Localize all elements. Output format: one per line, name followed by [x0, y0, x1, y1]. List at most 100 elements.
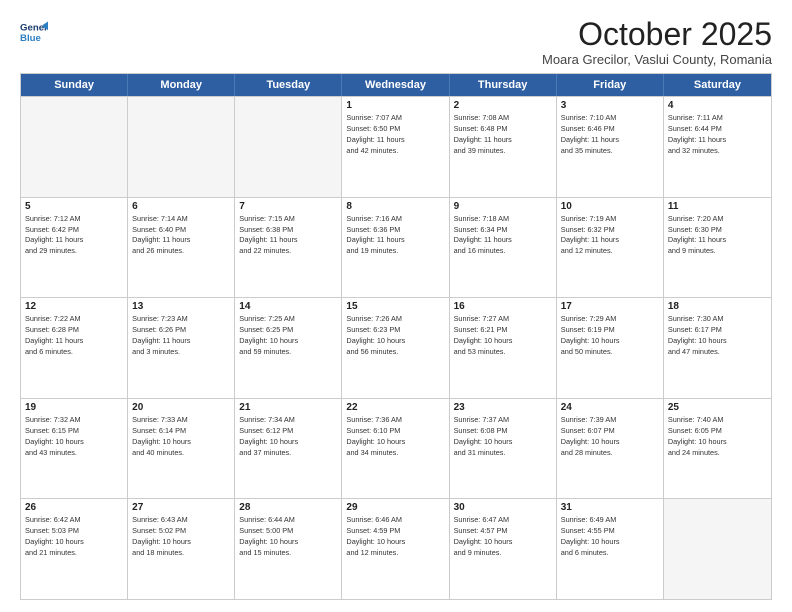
cell-text: Sunset: 6:40 PM: [132, 225, 230, 236]
cell-text: Sunset: 4:55 PM: [561, 526, 659, 537]
calendar-row-2: 12Sunrise: 7:22 AMSunset: 6:28 PMDayligh…: [21, 297, 771, 398]
cell-text: Daylight: 11 hours: [239, 235, 337, 246]
cell-text: and 34 minutes.: [346, 448, 444, 459]
cell-text: Sunrise: 7:34 AM: [239, 415, 337, 426]
cell-text: Sunset: 6:32 PM: [561, 225, 659, 236]
cell-text: and 35 minutes.: [561, 146, 659, 157]
cell-text: Sunrise: 7:20 AM: [668, 214, 767, 225]
calendar-cell: 21Sunrise: 7:34 AMSunset: 6:12 PMDayligh…: [235, 399, 342, 499]
day-number: 3: [561, 100, 659, 111]
cell-text: Sunset: 6:46 PM: [561, 124, 659, 135]
cell-text: Sunrise: 6:43 AM: [132, 515, 230, 526]
cell-text: Daylight: 10 hours: [561, 537, 659, 548]
cell-text: Sunrise: 6:42 AM: [25, 515, 123, 526]
cell-text: and 19 minutes.: [346, 246, 444, 257]
day-number: 17: [561, 301, 659, 312]
header-cell-sunday: Sunday: [21, 74, 128, 96]
cell-text: Sunset: 6:23 PM: [346, 325, 444, 336]
cell-text: Sunrise: 7:18 AM: [454, 214, 552, 225]
cell-text: and 6 minutes.: [561, 548, 659, 559]
svg-text:General: General: [20, 22, 48, 33]
day-number: 18: [668, 301, 767, 312]
cell-text: Sunrise: 6:49 AM: [561, 515, 659, 526]
cell-text: Sunset: 6:17 PM: [668, 325, 767, 336]
cell-text: Daylight: 11 hours: [454, 135, 552, 146]
cell-text: and 50 minutes.: [561, 347, 659, 358]
calendar-cell: 15Sunrise: 7:26 AMSunset: 6:23 PMDayligh…: [342, 298, 449, 398]
cell-text: and 40 minutes.: [132, 448, 230, 459]
cell-text: Daylight: 10 hours: [239, 437, 337, 448]
cell-text: Sunset: 6:25 PM: [239, 325, 337, 336]
cell-text: Sunset: 6:10 PM: [346, 426, 444, 437]
cell-text: Sunrise: 7:26 AM: [346, 314, 444, 325]
cell-text: Daylight: 11 hours: [346, 235, 444, 246]
calendar-cell: 22Sunrise: 7:36 AMSunset: 6:10 PMDayligh…: [342, 399, 449, 499]
day-number: 31: [561, 502, 659, 513]
cell-text: Sunset: 5:02 PM: [132, 526, 230, 537]
day-number: 28: [239, 502, 337, 513]
calendar-row-0: 1Sunrise: 7:07 AMSunset: 6:50 PMDaylight…: [21, 96, 771, 197]
cell-text: Daylight: 10 hours: [454, 437, 552, 448]
cell-text: Sunrise: 7:25 AM: [239, 314, 337, 325]
cell-text: Sunrise: 7:14 AM: [132, 214, 230, 225]
day-number: 2: [454, 100, 552, 111]
cell-text: and 47 minutes.: [668, 347, 767, 358]
day-number: 7: [239, 201, 337, 212]
cell-text: and 29 minutes.: [25, 246, 123, 257]
cell-text: Sunrise: 7:29 AM: [561, 314, 659, 325]
cell-text: Sunrise: 6:44 AM: [239, 515, 337, 526]
cell-text: Sunrise: 7:39 AM: [561, 415, 659, 426]
cell-text: and 3 minutes.: [132, 347, 230, 358]
cell-text: and 32 minutes.: [668, 146, 767, 157]
header-cell-saturday: Saturday: [664, 74, 771, 96]
header-cell-tuesday: Tuesday: [235, 74, 342, 96]
cell-text: Sunrise: 7:23 AM: [132, 314, 230, 325]
cell-text: Sunrise: 7:33 AM: [132, 415, 230, 426]
cell-text: Sunrise: 6:47 AM: [454, 515, 552, 526]
calendar-cell: 10Sunrise: 7:19 AMSunset: 6:32 PMDayligh…: [557, 198, 664, 298]
cell-text: and 12 minutes.: [346, 548, 444, 559]
cell-text: and 31 minutes.: [454, 448, 552, 459]
calendar-cell: 25Sunrise: 7:40 AMSunset: 6:05 PMDayligh…: [664, 399, 771, 499]
cell-text: Daylight: 11 hours: [668, 235, 767, 246]
cell-text: Sunset: 4:57 PM: [454, 526, 552, 537]
day-number: 5: [25, 201, 123, 212]
cell-text: Sunset: 6:05 PM: [668, 426, 767, 437]
calendar-cell: [664, 499, 771, 599]
day-number: 13: [132, 301, 230, 312]
month-title: October 2025: [542, 18, 772, 50]
calendar-cell: 1Sunrise: 7:07 AMSunset: 6:50 PMDaylight…: [342, 97, 449, 197]
day-number: 20: [132, 402, 230, 413]
cell-text: Daylight: 11 hours: [561, 235, 659, 246]
cell-text: and 9 minutes.: [454, 548, 552, 559]
calendar-body: 1Sunrise: 7:07 AMSunset: 6:50 PMDaylight…: [21, 96, 771, 599]
header: General Blue October 2025 Moara Grecilor…: [20, 18, 772, 67]
cell-text: Sunrise: 7:16 AM: [346, 214, 444, 225]
cell-text: Sunrise: 7:12 AM: [25, 214, 123, 225]
cell-text: Sunrise: 7:08 AM: [454, 113, 552, 124]
calendar-cell: 16Sunrise: 7:27 AMSunset: 6:21 PMDayligh…: [450, 298, 557, 398]
calendar: SundayMondayTuesdayWednesdayThursdayFrid…: [20, 73, 772, 600]
header-cell-friday: Friday: [557, 74, 664, 96]
day-number: 23: [454, 402, 552, 413]
calendar-cell: 2Sunrise: 7:08 AMSunset: 6:48 PMDaylight…: [450, 97, 557, 197]
cell-text: Sunset: 6:14 PM: [132, 426, 230, 437]
cell-text: Daylight: 11 hours: [132, 336, 230, 347]
calendar-row-4: 26Sunrise: 6:42 AMSunset: 5:03 PMDayligh…: [21, 498, 771, 599]
cell-text: Daylight: 10 hours: [668, 437, 767, 448]
cell-text: and 9 minutes.: [668, 246, 767, 257]
cell-text: and 59 minutes.: [239, 347, 337, 358]
cell-text: and 56 minutes.: [346, 347, 444, 358]
day-number: 29: [346, 502, 444, 513]
calendar-cell: 12Sunrise: 7:22 AMSunset: 6:28 PMDayligh…: [21, 298, 128, 398]
cell-text: Daylight: 10 hours: [454, 336, 552, 347]
title-block: October 2025 Moara Grecilor, Vaslui Coun…: [542, 18, 772, 67]
subtitle: Moara Grecilor, Vaslui County, Romania: [542, 52, 772, 67]
calendar-cell: 19Sunrise: 7:32 AMSunset: 6:15 PMDayligh…: [21, 399, 128, 499]
cell-text: Daylight: 11 hours: [346, 135, 444, 146]
calendar-cell: 17Sunrise: 7:29 AMSunset: 6:19 PMDayligh…: [557, 298, 664, 398]
cell-text: Daylight: 10 hours: [346, 437, 444, 448]
cell-text: Daylight: 11 hours: [25, 336, 123, 347]
cell-text: Daylight: 10 hours: [561, 437, 659, 448]
cell-text: and 22 minutes.: [239, 246, 337, 257]
